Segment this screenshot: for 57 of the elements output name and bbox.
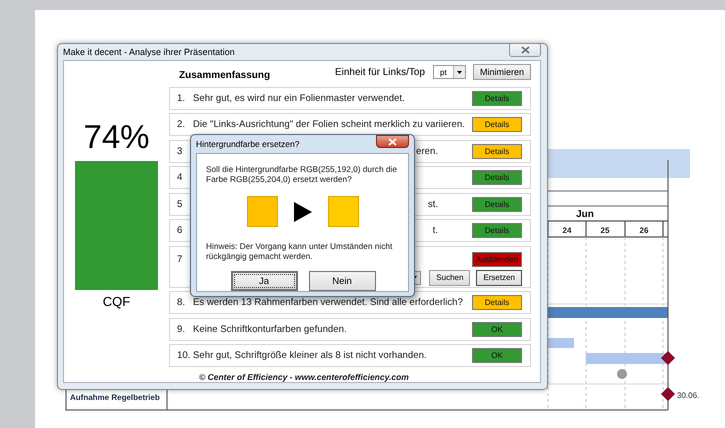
dialog-title: Hintergrundfarbe ersetzen? xyxy=(196,139,300,149)
status-button[interactable]: OK xyxy=(472,322,522,336)
result-text: st. xyxy=(428,198,438,210)
result-text: Es werden 13 Rahmenfarben verwendet. Sind alle erforderlich? xyxy=(193,297,463,308)
window-title: Make it decent - Analyse ihrer Präsentation xyxy=(63,47,235,57)
dialog-button[interactable]: Ja xyxy=(230,271,298,291)
hint-text: Hinweis: Der Vorgang kann unter Umständen nicht rückgängig gemacht werden. xyxy=(206,241,394,261)
item-number: 3 xyxy=(177,146,184,156)
status-button[interactable]: Details xyxy=(472,170,522,185)
item-number: 5 xyxy=(177,198,184,210)
dialog-button[interactable]: Nein xyxy=(308,271,376,291)
item-number: 9. xyxy=(177,324,186,334)
milestone-icon xyxy=(661,351,675,365)
copyright-text: © Center of Efficiency - www.centerofefficiency.com xyxy=(199,372,410,382)
milestone-icon xyxy=(661,387,675,401)
result-text: eren. xyxy=(416,146,438,156)
item-number: 1. xyxy=(177,92,186,104)
result-text: Die "Links-Ausrichtung" der Folien scheint merklich zu variieren. xyxy=(193,119,465,130)
arrow-icon xyxy=(294,202,312,222)
status-button[interactable]: OK xyxy=(472,348,522,363)
status-button[interactable]: Details xyxy=(472,223,522,238)
unit-label: Einheit für Links/Top xyxy=(334,66,425,78)
caret-icon xyxy=(457,70,462,74)
status-button[interactable]: Details xyxy=(472,196,522,212)
close-icon xyxy=(388,138,397,146)
day-label: 26 xyxy=(640,226,648,235)
score-value: 74% xyxy=(83,117,150,157)
status-button[interactable]: Details xyxy=(472,90,522,106)
item-number: 8. xyxy=(177,297,186,308)
day-label: 24 xyxy=(562,226,572,235)
minimize-button[interactable]: Minimieren xyxy=(473,64,531,80)
item-number: 6 xyxy=(177,225,184,236)
item-number: 2. xyxy=(177,119,186,130)
date-label: 30.06. xyxy=(677,391,700,400)
close-icon xyxy=(520,46,530,54)
close-button[interactable] xyxy=(376,135,409,148)
status-button[interactable]: Details xyxy=(472,295,522,310)
dialog-question: Soll die Hintergrundfarbe RGB(255,192,0) durch die Farbe RGB(255,204,0) ersetzt werden? xyxy=(206,164,398,184)
result-text: Sehr gut, Schriftgröße kleiner als 8 ist nicht vorhanden. xyxy=(193,350,427,361)
unit-dropdown[interactable]: pt xyxy=(433,65,466,79)
action-button[interactable]: Ersetzen xyxy=(476,270,522,286)
result-text: Keine Schriftkonturfarben gefunden. xyxy=(193,324,347,334)
item-number: 4 xyxy=(177,172,184,183)
gantt-dot xyxy=(617,369,627,379)
score-label: CQF xyxy=(102,294,130,309)
close-button[interactable] xyxy=(509,43,541,57)
section-title: Zusammenfassung xyxy=(179,70,270,80)
status-button[interactable]: Details xyxy=(472,144,522,158)
action-button[interactable]: Suchen xyxy=(429,270,470,286)
month-label: Jun xyxy=(576,209,594,220)
status-button[interactable]: Details xyxy=(472,117,522,132)
day-label: 25 xyxy=(600,226,610,235)
item-number: 10. xyxy=(177,350,192,361)
result-text: Sehr gut, es wird nur ein Folienmaster verwendet. xyxy=(193,92,405,104)
result-text: t. xyxy=(432,225,438,236)
item-number: 7 xyxy=(177,254,184,265)
task-label: Aufnahme Regelbetrieb xyxy=(70,393,160,402)
